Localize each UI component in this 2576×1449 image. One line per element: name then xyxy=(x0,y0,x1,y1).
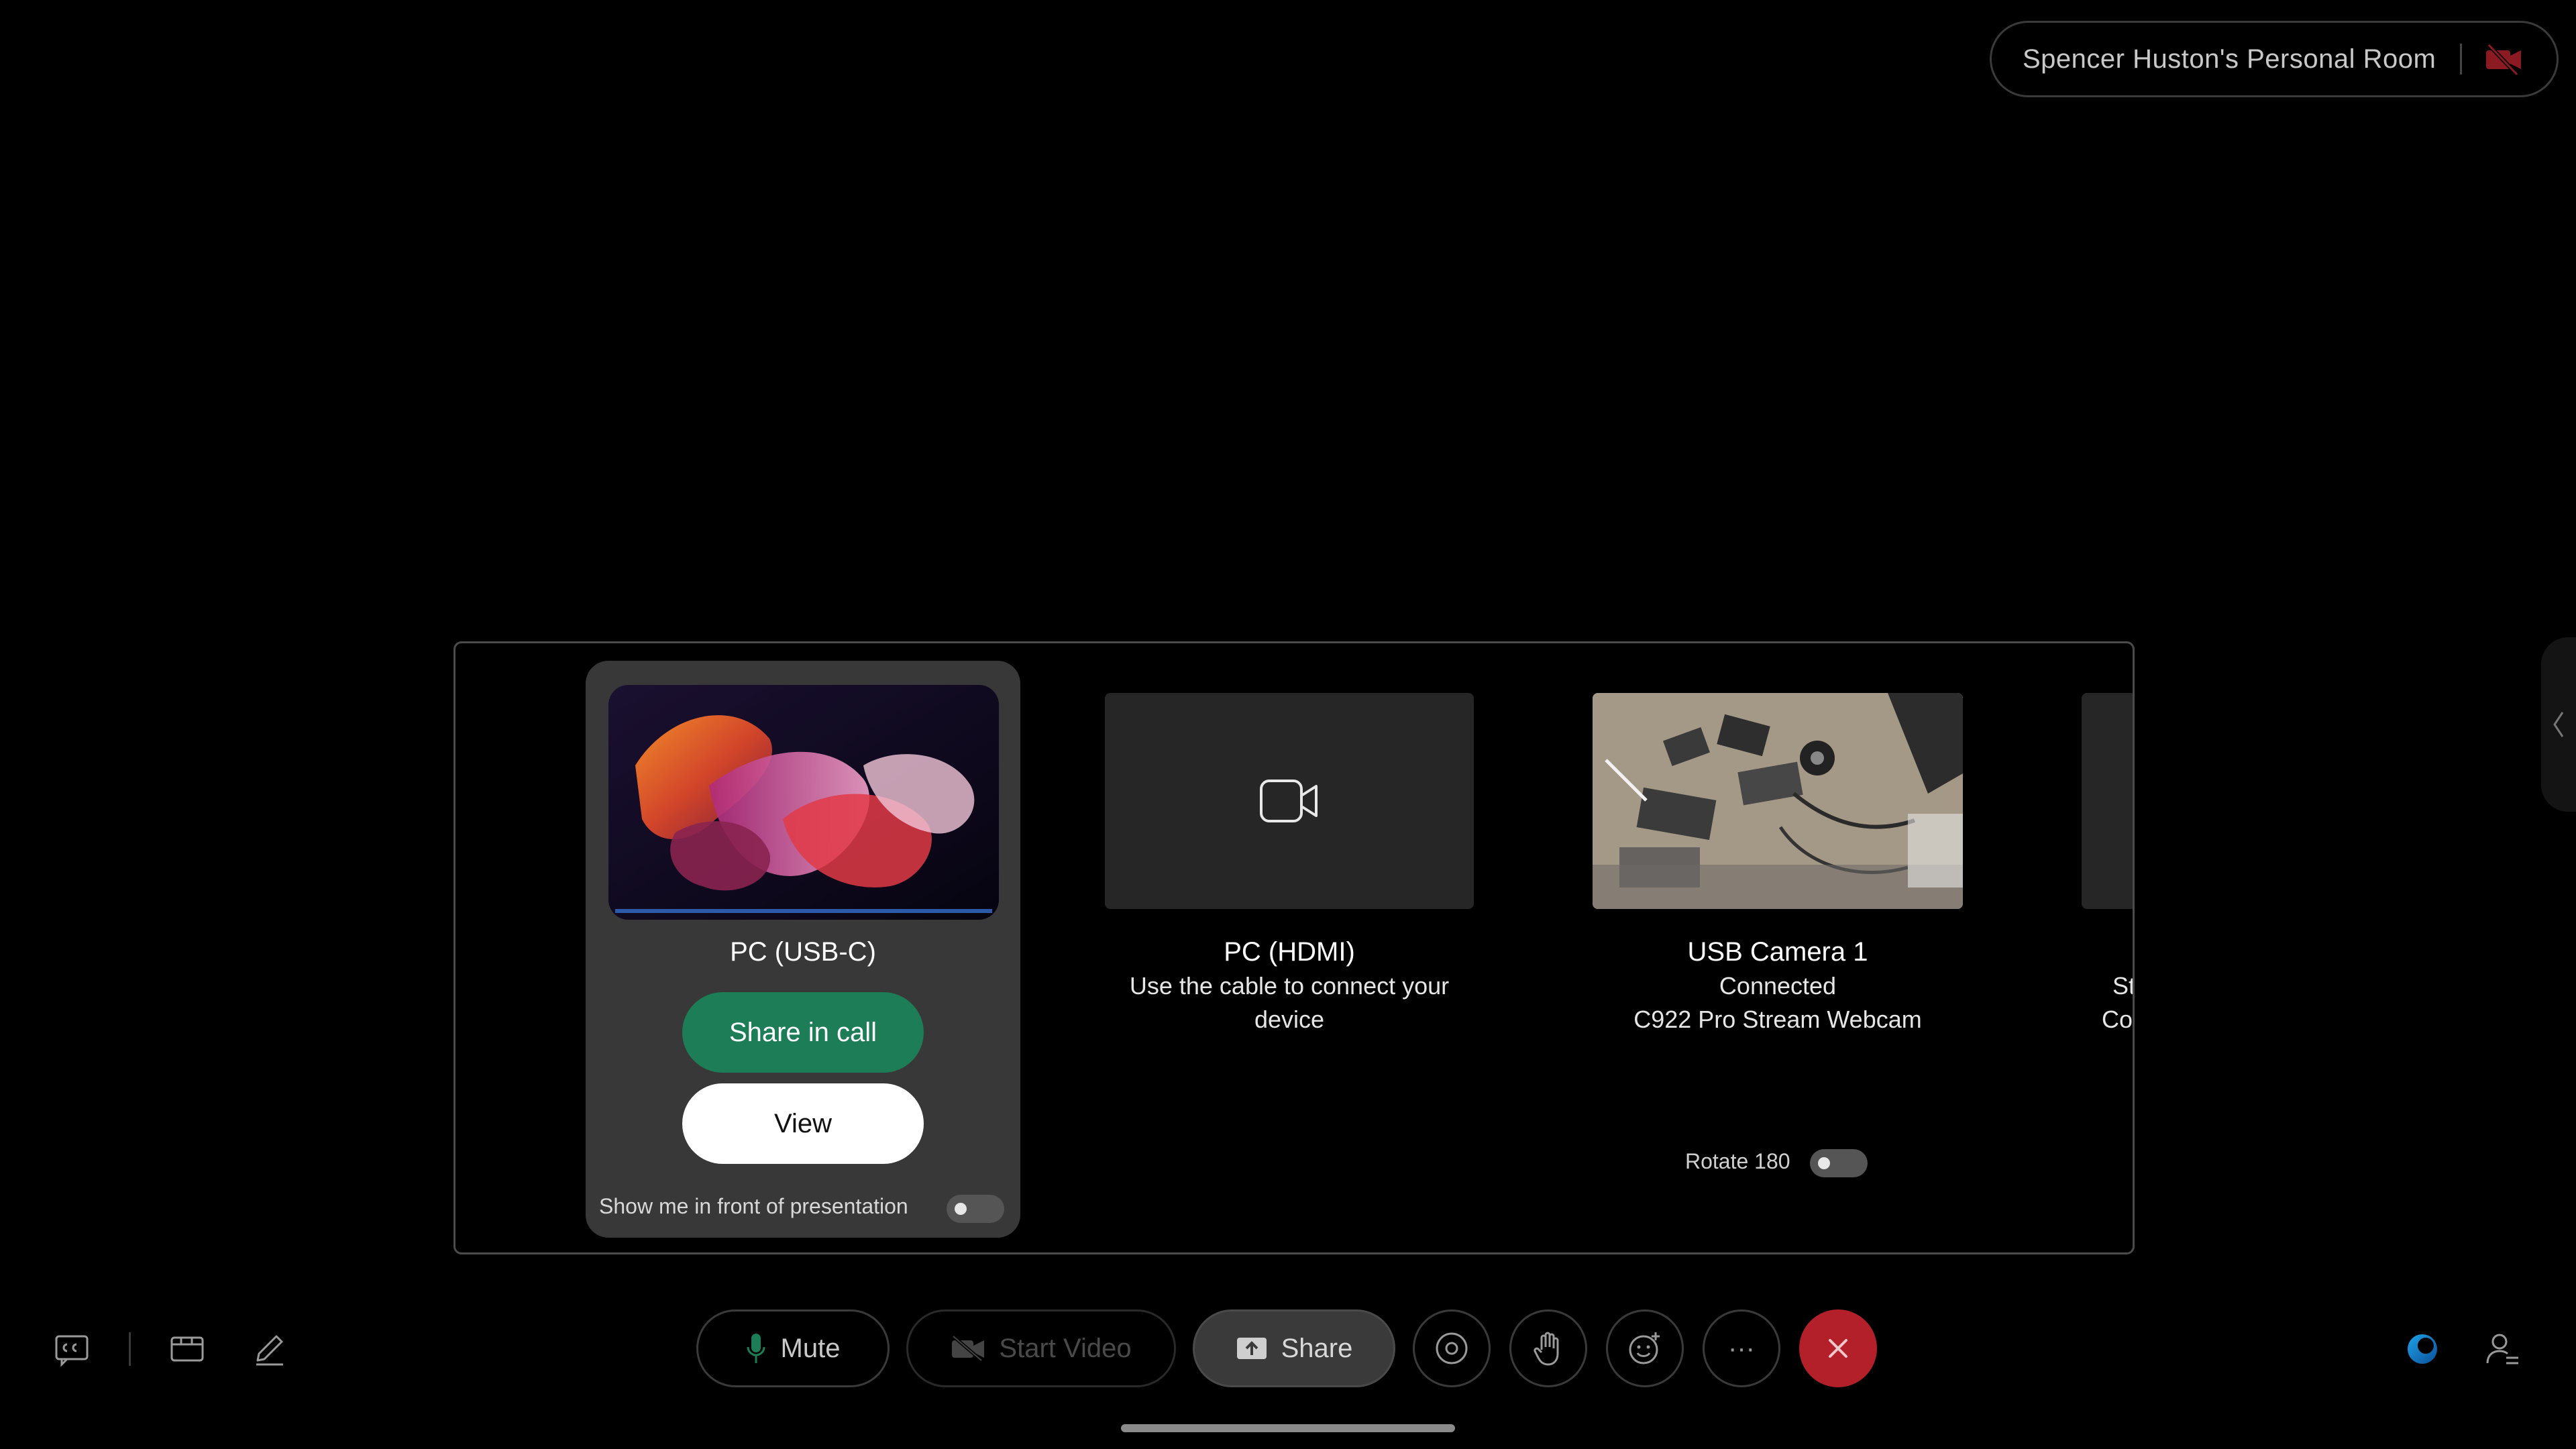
room-name: Spencer Huston's Personal Room xyxy=(2023,44,2436,74)
closed-captions-icon[interactable] xyxy=(52,1330,91,1368)
source-hint-line1: Use the cable to connect your xyxy=(1129,972,1450,1000)
source-title: PC (USB-C) xyxy=(730,937,876,967)
share-screen-icon xyxy=(1236,1338,1267,1359)
mute-button[interactable]: Mute xyxy=(696,1309,890,1387)
raise-hand-button[interactable] xyxy=(1509,1309,1587,1387)
chevron-left-icon xyxy=(2553,712,2564,737)
toolbar-divider xyxy=(129,1332,131,1366)
video-off-icon xyxy=(2486,43,2522,76)
rotate-180-label: Rotate 180 xyxy=(1685,1149,1790,1173)
camera-feed-preview xyxy=(1593,693,1963,909)
record-icon xyxy=(1436,1332,1468,1364)
whiteboard-icon[interactable] xyxy=(168,1330,207,1368)
mute-label: Mute xyxy=(780,1333,841,1363)
end-call-button[interactable] xyxy=(1799,1309,1877,1387)
divider xyxy=(2460,44,2463,74)
more-icon: ··· xyxy=(1728,1333,1755,1363)
side-panel-handle[interactable] xyxy=(2541,637,2576,812)
show-me-in-front-toggle[interactable] xyxy=(947,1195,1004,1223)
source-card-usb-camera[interactable]: USB Camera 1 Connected C922 Pro Stream W… xyxy=(1593,643,1963,1247)
wallpaper-preview xyxy=(608,685,999,920)
show-me-in-front-label: Show me in front of presentation xyxy=(599,1194,908,1218)
video-camera-icon xyxy=(1260,780,1318,822)
source-preview-partial xyxy=(2082,693,2133,909)
reaction-smiley-icon xyxy=(1629,1332,1660,1364)
source-device-name: C922 Pro Stream Webcam xyxy=(1633,1006,1922,1033)
home-indicator[interactable] xyxy=(1121,1424,1455,1432)
webex-assistant-icon[interactable] xyxy=(2403,1330,2442,1368)
source-title: PC (HDMI) xyxy=(1224,937,1355,967)
source-status: Connected xyxy=(1719,972,1837,1000)
close-icon xyxy=(1829,1339,1847,1358)
source-card-partial[interactable]: St Co xyxy=(2082,643,2135,1247)
source-preview-usb-camera xyxy=(1593,693,1963,909)
microphone-icon xyxy=(747,1334,765,1363)
share-label: Share xyxy=(1281,1333,1353,1363)
share-source-panel: PC (USB-C) Share in call View Show me in… xyxy=(453,641,2135,1254)
toggle-knob xyxy=(1818,1157,1830,1169)
room-indicator[interactable]: Spencer Huston's Personal Room xyxy=(1990,21,2559,97)
start-video-button[interactable]: Start Video xyxy=(906,1309,1176,1387)
annotate-pencil-icon[interactable] xyxy=(250,1330,288,1368)
record-button[interactable] xyxy=(1413,1309,1491,1387)
reactions-button[interactable] xyxy=(1606,1309,1684,1387)
video-off-icon xyxy=(952,1335,985,1362)
view-button[interactable]: View xyxy=(682,1083,924,1164)
source-title: USB Camera 1 xyxy=(1687,937,1868,967)
raise-hand-icon xyxy=(1534,1332,1559,1366)
source-hint-line2: device xyxy=(1254,1006,1325,1033)
share-in-call-button[interactable]: Share in call xyxy=(682,992,924,1073)
share-button[interactable]: Share xyxy=(1193,1309,1395,1387)
toggle-knob xyxy=(955,1203,967,1215)
source-preview-pc-usbc xyxy=(608,685,999,920)
source-hint-line1: St xyxy=(2112,972,2135,1000)
more-options-button[interactable]: ··· xyxy=(1703,1309,1780,1387)
source-card-pc-hdmi[interactable]: PC (HDMI) Use the cable to connect your … xyxy=(1105,643,1474,1247)
rotate-180-toggle[interactable] xyxy=(1810,1149,1868,1177)
source-card-pc-usbc[interactable]: PC (USB-C) Share in call View Show me in… xyxy=(586,661,1020,1238)
source-preview-pc-hdmi xyxy=(1105,693,1474,909)
start-video-label: Start Video xyxy=(999,1333,1132,1363)
source-hint-line2: Co xyxy=(2102,1006,2133,1033)
participants-icon[interactable] xyxy=(2483,1330,2522,1368)
